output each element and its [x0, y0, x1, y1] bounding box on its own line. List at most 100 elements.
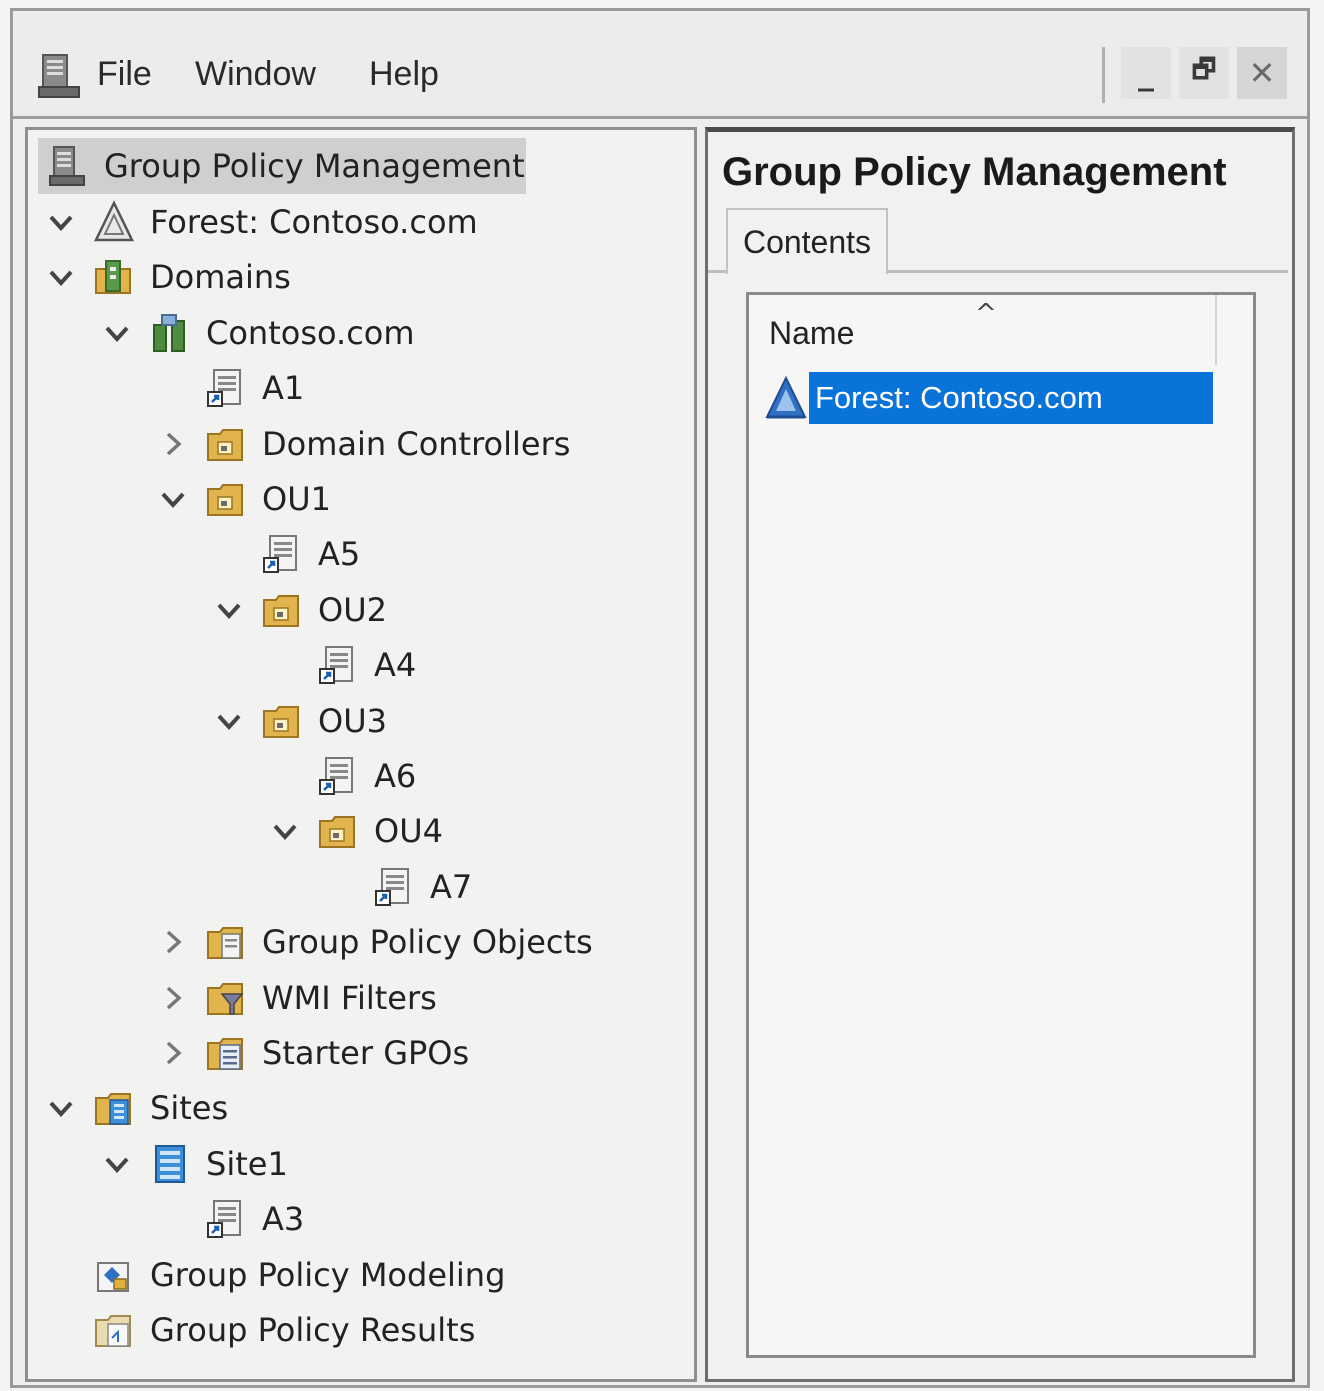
tree-node[interactable]: A3 — [204, 1193, 304, 1245]
chevron-right-icon[interactable] — [158, 983, 188, 1013]
gpo-link-icon — [319, 646, 353, 685]
gpo-link-icon — [375, 867, 409, 906]
tree-root-gpm[interactable]: Group Policy Management — [46, 140, 525, 192]
chevron-down-icon[interactable] — [270, 816, 300, 846]
tree-node[interactable]: Starter GPOs — [204, 1027, 469, 1079]
gpo-link-icon — [207, 369, 241, 408]
domain-icon — [153, 313, 185, 352]
minimize-button[interactable]: _ — [1121, 47, 1171, 99]
sort-ascending-icon: ^ — [975, 299, 997, 329]
menu-bar: File Window Help _ 🗗 ✕ — [13, 11, 1307, 119]
tab-contents[interactable]: Contents — [726, 208, 888, 274]
column-header-name[interactable]: Name — [769, 315, 854, 352]
chevron-down-icon[interactable] — [158, 484, 188, 514]
chevron-down-icon[interactable] — [46, 1093, 76, 1123]
tree-node-label: A3 — [262, 1200, 305, 1239]
tree-node[interactable]: A1 — [204, 362, 304, 414]
chevron-down-icon[interactable] — [102, 318, 132, 348]
content-pane: Group Policy Management Contents Name ^ … — [705, 127, 1295, 1382]
chevron-right-icon[interactable] — [158, 429, 188, 459]
tree-node[interactable]: OU4 — [316, 805, 443, 857]
tree-node-label: Starter GPOs — [262, 1034, 470, 1072]
chevron-right-icon[interactable] — [158, 927, 188, 957]
ou-folder-icon — [263, 594, 299, 627]
tab-strip: Contents — [708, 208, 1288, 274]
tree-node-label: Domains — [150, 258, 291, 297]
forest-icon — [765, 375, 807, 419]
tree-node-label: Domain Controllers — [262, 424, 571, 463]
ou-folder-icon — [207, 484, 243, 516]
gpo-link-icon — [263, 535, 297, 574]
tree-node[interactable]: Group Policy Results — [92, 1304, 475, 1356]
ou-folder-icon — [319, 816, 355, 849]
menu-window[interactable]: Window — [195, 55, 316, 94]
column-divider[interactable] — [1215, 295, 1217, 365]
tree-node[interactable]: Sites — [92, 1082, 228, 1134]
gpmc-app-icon — [38, 54, 80, 98]
wmi-filter-icon — [207, 982, 244, 1015]
tree-node-label: A5 — [318, 535, 361, 574]
tree-node-label: A7 — [430, 867, 473, 906]
site-icon — [155, 1144, 185, 1183]
list-item-label: Forest: Contoso.com — [809, 372, 1213, 424]
ou-folder-icon — [207, 428, 243, 461]
sites-icon — [95, 1093, 131, 1126]
chevron-down-icon[interactable] — [46, 207, 76, 237]
tree-node[interactable]: Site1 — [148, 1138, 288, 1190]
chevron-down-icon[interactable] — [46, 262, 76, 292]
tree-node-label: Site1 — [206, 1144, 288, 1183]
tree-node-label: OU4 — [374, 812, 443, 851]
gpmc-root-icon — [49, 146, 85, 186]
tree-node[interactable]: Forest: Contoso.com — [92, 196, 478, 248]
menu-help[interactable]: Help — [369, 55, 439, 94]
restore-button[interactable]: 🗗 — [1179, 47, 1229, 99]
tree-node-label: A6 — [374, 757, 417, 795]
tree-node[interactable]: A6 — [316, 750, 416, 802]
ou-folder-icon — [263, 705, 299, 738]
tree-node-label: A1 — [262, 369, 305, 408]
gpo-container-icon — [207, 927, 243, 960]
tree-node-label: Contoso.com — [206, 313, 415, 352]
tree-node[interactable]: A7 — [372, 861, 472, 913]
chevron-down-icon[interactable] — [214, 706, 244, 736]
tree-node[interactable]: A4 — [316, 639, 416, 691]
tree-node[interactable]: OU2 — [260, 584, 387, 636]
tree-node[interactable]: WMI Filters — [204, 972, 437, 1024]
tree-node-label: Forest: Contoso.com — [150, 203, 478, 241]
tree-node[interactable]: Contoso.com — [148, 307, 415, 359]
tree-node[interactable]: Group Policy Modeling — [92, 1249, 505, 1301]
starter-gpo-icon — [207, 1038, 243, 1070]
chevron-down-icon[interactable] — [102, 1149, 132, 1179]
close-button[interactable]: ✕ — [1237, 47, 1287, 99]
tree-node-label: OU1 — [262, 480, 331, 518]
results-icon — [95, 1315, 131, 1347]
tree-node[interactable]: Domain Controllers — [204, 418, 570, 470]
tree-node[interactable]: OU3 — [260, 695, 387, 747]
modeling-icon — [97, 1261, 129, 1292]
tree-node-label: Group Policy Results — [150, 1311, 476, 1349]
forest-icon — [94, 200, 134, 242]
gpo-link-icon — [207, 1200, 241, 1239]
tree-node-label: OU2 — [318, 590, 387, 629]
content-title: Group Policy Management — [722, 150, 1227, 194]
tree-node-label: Group Policy Objects — [262, 923, 593, 962]
tree-node[interactable]: A5 — [260, 528, 360, 580]
domains-icon — [95, 260, 131, 295]
gpmc-window: File Window Help _ 🗗 ✕ Group Policy Mana… — [10, 8, 1310, 1388]
tree-node-label: Sites — [150, 1089, 229, 1128]
window-controls: _ 🗗 ✕ — [1102, 47, 1287, 103]
list-item[interactable]: Forest: Contoso.com — [763, 371, 1217, 425]
tree-node[interactable]: Group Policy Objects — [204, 916, 593, 968]
chevron-right-icon[interactable] — [158, 1038, 188, 1068]
contents-list: Name ^ Forest: Contoso.com — [746, 292, 1256, 1358]
tree-node[interactable]: Domains — [92, 251, 291, 303]
tree-node-label: OU3 — [318, 701, 387, 740]
gpo-link-icon — [319, 757, 353, 795]
tree-node-label: Group Policy Modeling — [150, 1255, 506, 1294]
chevron-down-icon[interactable] — [214, 595, 244, 625]
tree-node[interactable]: OU1 — [204, 473, 331, 525]
menu-file[interactable]: File — [97, 55, 152, 94]
tree-node-label: A4 — [374, 646, 417, 685]
console-tree: Group Policy Management Forest: Contoso.… — [25, 127, 697, 1382]
tree-root-label: Group Policy Management — [104, 147, 525, 185]
